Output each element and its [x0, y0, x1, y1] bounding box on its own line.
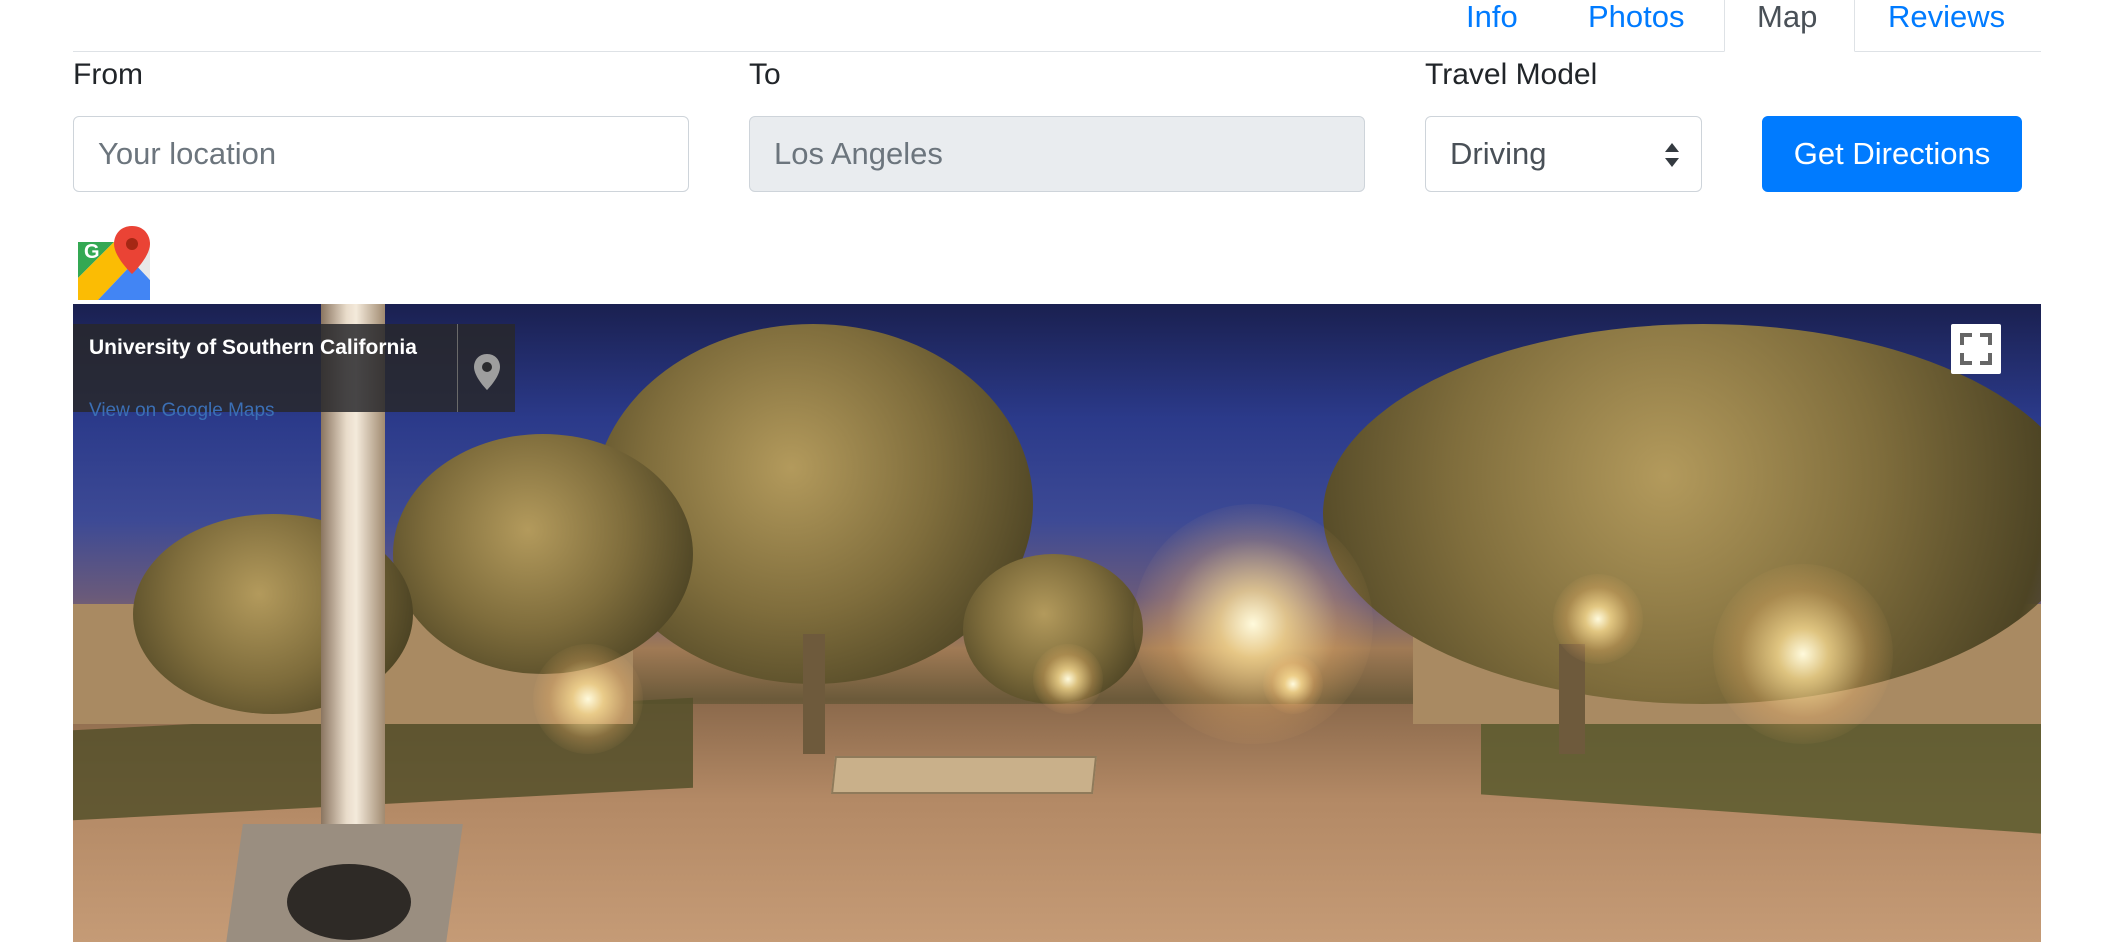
travel-mode-value: Driving	[1450, 136, 1547, 171]
view-on-google-maps-link[interactable]: View on Google Maps	[89, 400, 275, 422]
sv-street-lamp	[1553, 574, 1643, 664]
map-pin-icon[interactable]	[471, 352, 503, 392]
travel-mode-select[interactable]: Driving	[1425, 116, 1702, 192]
tab-map[interactable]: Map	[1724, 0, 1855, 52]
tab-reviews[interactable]: Reviews	[1855, 0, 2038, 52]
to-label: To	[749, 58, 781, 91]
sv-tree	[393, 434, 693, 674]
tab-info[interactable]: Info	[1433, 0, 1551, 52]
tab-bar: Info Photos Map Reviews	[73, 0, 2041, 52]
select-arrows-icon	[1665, 143, 1679, 167]
from-label: From	[73, 58, 143, 91]
sv-street-lamp	[1033, 644, 1103, 714]
google-maps-icon[interactable]: G	[74, 224, 154, 304]
sv-street-lamp	[1713, 564, 1893, 744]
sv-tree	[1323, 324, 2041, 704]
sv-bench	[831, 756, 1097, 794]
to-input: Los Angeles	[749, 116, 1365, 192]
travel-mode-label: Travel Model	[1425, 58, 1598, 91]
get-directions-button[interactable]: Get Directions	[1762, 116, 2022, 192]
sv-street-lamp	[533, 644, 643, 754]
street-view-panorama[interactable]: University of Southern California View o…	[73, 304, 2041, 942]
sv-trunk	[803, 634, 825, 754]
fullscreen-icon[interactable]	[1951, 324, 2001, 374]
from-input[interactable]: Your location	[73, 116, 689, 192]
svg-text:G: G	[84, 241, 100, 263]
street-view-place-name: University of Southern California	[89, 336, 417, 359]
info-box-divider	[457, 324, 458, 412]
sv-plaque	[287, 864, 411, 940]
sv-street-lamp	[1133, 504, 1373, 744]
street-view-info-box: University of Southern California View o…	[73, 324, 515, 421]
sv-street-lamp	[1263, 654, 1323, 714]
tab-photos[interactable]: Photos	[1555, 0, 1718, 52]
